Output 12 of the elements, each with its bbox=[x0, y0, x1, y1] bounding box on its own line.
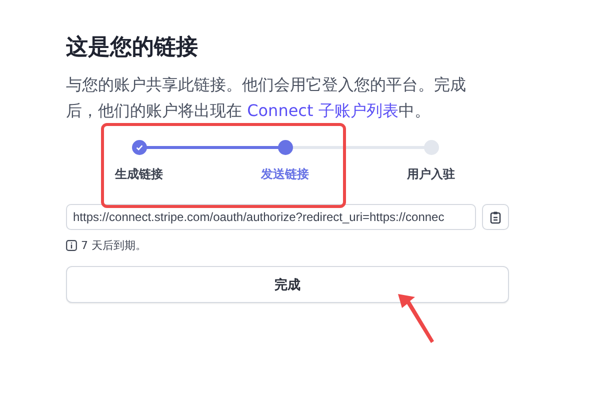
step-label: 生成链接 bbox=[115, 166, 163, 182]
link-field[interactable]: https://connect.stripe.com/oauth/authorize?redirect_uri=https://connec bbox=[66, 204, 476, 230]
copy-button[interactable] bbox=[482, 204, 509, 230]
info-icon bbox=[66, 240, 77, 251]
step-label: 用户入驻 bbox=[407, 166, 455, 182]
description-text: 与您的账户共享此链接。他们会用它登入您的平台。完成后，他们的账户将出现在 Connect 子账户列表中。 bbox=[66, 74, 467, 122]
subaccount-list-link[interactable]: Connect 子账户列表 bbox=[247, 101, 398, 120]
clipboard-icon bbox=[490, 210, 501, 224]
page-title: 这是您的链接 bbox=[66, 34, 199, 62]
step-label: 发送链接 bbox=[261, 166, 309, 182]
expiry-note: 7 天后到期。 bbox=[81, 238, 146, 253]
done-button[interactable]: 完成 bbox=[66, 266, 509, 303]
